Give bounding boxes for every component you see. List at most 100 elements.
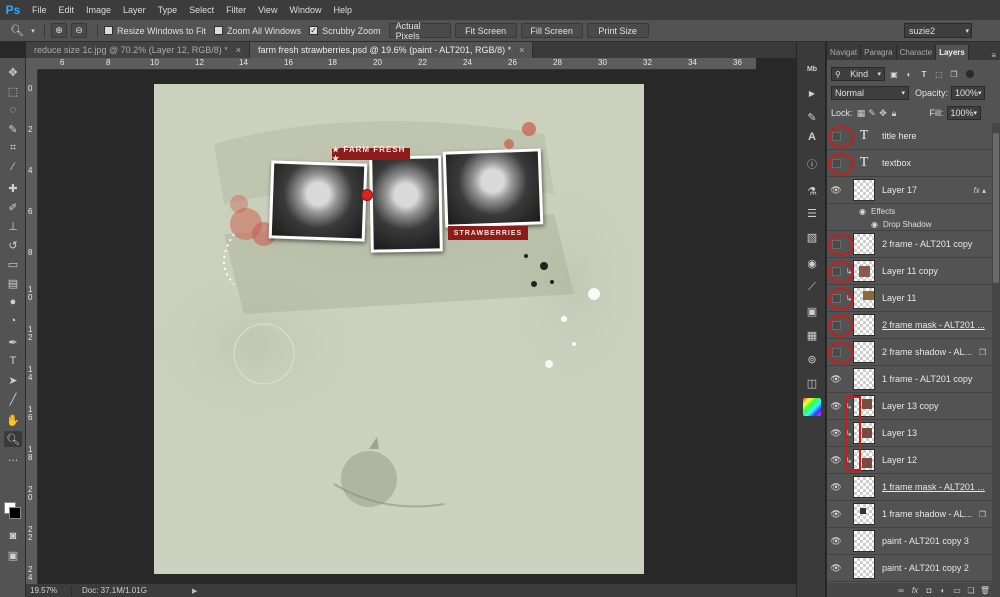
- add-mask-icon[interactable]: ◘: [922, 586, 936, 595]
- blend-mode-select[interactable]: Normal ▾: [831, 86, 909, 100]
- effects-eye-icon[interactable]: ◉: [859, 207, 866, 216]
- blur-tool-icon[interactable]: ●: [4, 294, 22, 310]
- close-icon[interactable]: ×: [519, 45, 524, 55]
- gradient-tool-icon[interactable]: ▤: [4, 275, 22, 291]
- marquee-tool-icon[interactable]: ⬚: [4, 83, 22, 99]
- type-tool-icon[interactable]: T: [4, 353, 22, 369]
- menu-file[interactable]: File: [26, 5, 53, 15]
- drop-shadow-eye-icon[interactable]: ◉: [871, 220, 878, 229]
- quick-mask-icon[interactable]: ◙: [4, 528, 22, 544]
- scroll-thumb[interactable]: [993, 133, 999, 283]
- channels-icon[interactable]: ◉: [803, 254, 821, 272]
- opacity-input[interactable]: 100% ▾: [951, 86, 986, 100]
- zoom-all-windows-checkbox[interactable]: Zoom All Windows: [214, 26, 301, 36]
- tab-layers[interactable]: Layers: [936, 45, 969, 60]
- menu-type[interactable]: Type: [152, 5, 184, 15]
- layer-row[interactable]: 👁︎ paint - ALT201 copy 3: [827, 528, 992, 555]
- menu-filter[interactable]: Filter: [220, 5, 252, 15]
- fill-input[interactable]: 100% ▾: [946, 106, 981, 120]
- lasso-tool-icon[interactable]: ◌: [4, 102, 22, 118]
- eye-icon[interactable]: 👁︎: [827, 393, 845, 420]
- brush-presets-icon[interactable]: ✎: [803, 108, 821, 126]
- hand-tool-icon[interactable]: ✋: [4, 412, 22, 428]
- tab-character[interactable]: Characte: [897, 45, 937, 60]
- preset-dropdown-arrow-icon[interactable]: ▾: [28, 22, 38, 40]
- menu-select[interactable]: Select: [183, 5, 220, 15]
- layer-row[interactable]: 👁︎ 1 frame - ALT201 copy: [827, 366, 992, 393]
- layer-row[interactable]: 👁︎ Layer 17 fx ▴: [827, 177, 992, 204]
- history-brush-tool-icon[interactable]: ↺: [4, 237, 22, 253]
- layers-scrollbar[interactable]: [992, 123, 1000, 583]
- more-tools-icon[interactable]: …: [4, 450, 22, 466]
- crop-tool-icon[interactable]: ⌗: [4, 140, 22, 156]
- fx-icon[interactable]: fx ▴: [974, 186, 986, 195]
- delete-layer-icon[interactable]: 🗑︎: [978, 586, 992, 595]
- workspace-select[interactable]: suzie2 ▾: [904, 23, 972, 38]
- lock-all-icon[interactable]: 🔒︎: [889, 108, 900, 119]
- tab-farm-fresh[interactable]: farm fresh strawberries.psd @ 19.6% (pai…: [250, 42, 534, 58]
- new-group-icon[interactable]: ▭: [950, 586, 964, 595]
- filter-adjustment-icon[interactable]: ◐: [903, 68, 915, 80]
- eye-icon[interactable]: 👁︎: [827, 528, 845, 555]
- lock-position-icon[interactable]: ✥: [878, 108, 889, 119]
- eye-icon[interactable]: 👁︎: [827, 366, 845, 393]
- zoom-in-button[interactable]: ⊕: [51, 23, 67, 38]
- zoom-tool-icon[interactable]: 🔍︎: [4, 431, 22, 447]
- clone-source-icon[interactable]: ⊚: [803, 350, 821, 368]
- lock-transparent-icon[interactable]: ▦: [856, 108, 867, 119]
- tab-paragraph[interactable]: Paragra: [861, 45, 897, 60]
- filter-toggle-icon[interactable]: [966, 70, 974, 78]
- pen-tool-icon[interactable]: ✒: [4, 334, 22, 350]
- add-style-icon[interactable]: fx: [908, 586, 922, 595]
- filter-type-icon[interactable]: T: [918, 68, 930, 80]
- paths-icon[interactable]: ⟋: [803, 278, 821, 296]
- menu-image[interactable]: Image: [80, 5, 117, 15]
- healing-brush-tool-icon[interactable]: ✚: [4, 180, 22, 196]
- filter-pixel-icon[interactable]: ▣: [888, 68, 900, 80]
- menu-layer[interactable]: Layer: [117, 5, 152, 15]
- layer-row[interactable]: 👁︎ paint - ALT201 copy 2: [827, 555, 992, 582]
- drop-shadow-row[interactable]: ◉ Drop Shadow: [827, 218, 992, 231]
- clone-stamp-tool-icon[interactable]: ⊥: [4, 218, 22, 234]
- brush-tool-icon[interactable]: ✐: [4, 199, 22, 215]
- eye-icon[interactable]: 👁︎: [827, 177, 845, 204]
- eye-icon[interactable]: 👁︎: [827, 501, 845, 528]
- document-canvas[interactable]: ★ FARM FRESH ★ STRAWBERRIES: [154, 84, 644, 574]
- color-panel-icon[interactable]: [803, 398, 821, 416]
- screen-mode-icon[interactable]: ▣: [4, 547, 22, 563]
- eye-icon[interactable]: 👁︎: [827, 420, 845, 447]
- print-size-button[interactable]: Print Size: [586, 23, 649, 38]
- adjustments-icon[interactable]: ☰: [803, 204, 821, 222]
- panel-menu-icon[interactable]: ≡: [991, 51, 1000, 60]
- tab-navigator[interactable]: Navigat: [827, 45, 862, 60]
- lock-pixels-icon[interactable]: ✎: [867, 108, 878, 119]
- menu-view[interactable]: View: [252, 5, 283, 15]
- status-menu-arrow-icon[interactable]: ▶: [192, 587, 197, 595]
- zoom-tool-preset-icon[interactable]: 🔍︎: [6, 22, 28, 40]
- filter-shape-icon[interactable]: ⬚: [933, 68, 945, 80]
- character-panel-icon[interactable]: A: [803, 128, 821, 146]
- filter-smart-object-icon[interactable]: ❐: [948, 68, 960, 80]
- quick-select-tool-icon[interactable]: ✎: [4, 121, 22, 137]
- info-icon[interactable]: ⓘ: [803, 154, 821, 172]
- eye-icon[interactable]: 👁︎: [827, 474, 845, 501]
- new-layer-icon[interactable]: ❏: [964, 586, 978, 595]
- mini-bridge-icon[interactable]: Mb: [803, 60, 821, 78]
- swatches-icon[interactable]: ▦: [803, 326, 821, 344]
- fit-screen-button[interactable]: Fit Screen: [454, 23, 517, 38]
- tool-presets-icon[interactable]: ⚗: [803, 182, 821, 200]
- line-tool-icon[interactable]: ╱: [4, 391, 22, 407]
- actual-pixels-button[interactable]: Actual Pixels: [388, 21, 451, 41]
- history-icon[interactable]: ▣: [803, 302, 821, 320]
- path-select-tool-icon[interactable]: ➤: [4, 372, 22, 388]
- actions-icon[interactable]: ◫: [803, 374, 821, 392]
- zoom-level-field[interactable]: 19.57%: [26, 586, 72, 595]
- fill-screen-button[interactable]: Fill Screen: [520, 23, 583, 38]
- tab-reduce-size[interactable]: reduce size 1c.jpg @ 70.2% (Layer 12, RG…: [26, 42, 250, 58]
- eye-icon[interactable]: 👁︎: [827, 555, 845, 582]
- close-icon[interactable]: ×: [236, 45, 241, 55]
- eyedropper-tool-icon[interactable]: ⁄: [4, 159, 22, 175]
- eraser-tool-icon[interactable]: ▭: [4, 256, 22, 272]
- vertical-ruler[interactable]: 0 2 4 6 8 1 0 1 2 1 4 1 6 1 8 2 0 2 2 2 …: [26, 70, 38, 584]
- play-icon[interactable]: ▶: [803, 84, 821, 102]
